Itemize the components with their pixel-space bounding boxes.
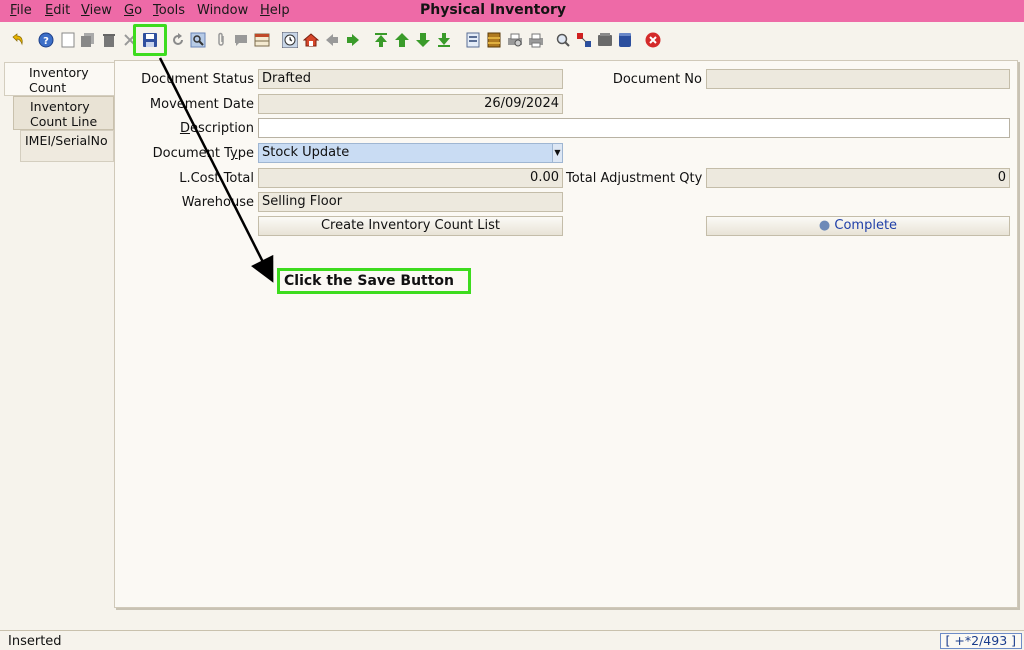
svg-text:?: ? xyxy=(43,36,49,47)
tab-label: Inventory Count xyxy=(29,65,89,95)
description-field[interactable] xyxy=(258,118,1010,138)
last-record-icon[interactable] xyxy=(436,32,452,48)
grid-toggle-icon[interactable] xyxy=(254,32,270,48)
tab-inventory-count[interactable]: Inventory Count xyxy=(4,62,114,96)
previous-record-icon[interactable] xyxy=(394,32,410,48)
end-icon[interactable] xyxy=(645,32,661,48)
lcost-total-field: 0.00 xyxy=(258,168,563,188)
print-icon[interactable] xyxy=(528,32,544,48)
help-icon[interactable]: ? xyxy=(38,32,54,48)
tab-inventory-count-line[interactable]: Inventory Count Line xyxy=(13,96,114,130)
total-adjustment-qty-label: Total Adjustment Qty xyxy=(566,171,703,186)
menu-window[interactable]: Window xyxy=(197,3,248,18)
complete-button[interactable]: ● Complete xyxy=(706,216,1010,236)
status-bar: Inserted [ +*2/493 ] xyxy=(0,630,1024,650)
chat-icon[interactable] xyxy=(233,32,249,48)
warehouse-label: Warehouse xyxy=(181,195,254,210)
document-status-label: Document Status xyxy=(141,72,254,87)
status-text: Inserted xyxy=(8,634,62,649)
archive-icon[interactable] xyxy=(486,32,502,48)
delete-icon[interactable] xyxy=(101,32,117,48)
annotation-callout: Click the Save Button xyxy=(277,268,471,294)
create-inventory-count-list-button[interactable]: Create Inventory Count List xyxy=(258,216,563,236)
next-record-icon[interactable] xyxy=(415,32,431,48)
record-navigation-info[interactable]: [ +*2/493 ] xyxy=(939,633,1022,649)
tab-imei-serialno[interactable]: IMEI/SerialNo xyxy=(20,130,114,162)
product-info-icon[interactable] xyxy=(597,32,613,48)
menu-go[interactable]: Go xyxy=(124,3,142,18)
tab-label: Inventory Count Line xyxy=(30,99,98,129)
find-icon[interactable] xyxy=(190,32,206,48)
warehouse-field: Selling Floor xyxy=(258,192,563,212)
active-workflows-icon[interactable] xyxy=(617,32,633,48)
window-title: Physical Inventory xyxy=(420,2,567,18)
document-type-label: Document Type xyxy=(152,146,254,161)
menu-edit[interactable]: Edit xyxy=(45,3,70,18)
report-icon[interactable] xyxy=(465,32,481,48)
gear-icon: ● xyxy=(818,218,831,233)
home-icon[interactable] xyxy=(303,32,319,48)
refresh-icon[interactable] xyxy=(170,32,186,48)
attachment-icon[interactable] xyxy=(213,32,229,48)
undo-icon[interactable] xyxy=(9,32,25,48)
document-no-label: Document No xyxy=(612,72,702,87)
tab-label: IMEI/SerialNo xyxy=(25,133,108,148)
first-record-icon[interactable] xyxy=(373,32,389,48)
movement-date-field[interactable]: 26/09/2024 xyxy=(258,94,563,114)
document-no-field[interactable] xyxy=(706,69,1010,89)
zoom-across-icon[interactable] xyxy=(555,32,571,48)
forward-icon[interactable] xyxy=(345,32,361,48)
request-icon[interactable] xyxy=(576,32,592,48)
new-record-icon[interactable] xyxy=(60,32,76,48)
chevron-down-icon[interactable]: ▼ xyxy=(552,144,562,162)
menu-help[interactable]: Help xyxy=(260,3,290,18)
document-type-value: Stock Update xyxy=(262,145,350,160)
menu-tools[interactable]: Tools xyxy=(153,3,185,18)
document-type-select[interactable]: Stock Update ▼ xyxy=(258,143,563,163)
copy-record-icon[interactable] xyxy=(80,32,96,48)
lcost-total-label: L.Cost Total xyxy=(179,171,254,186)
tab-gutter xyxy=(0,62,4,612)
history-icon[interactable] xyxy=(282,32,298,48)
menu-bar: File Edit View Go Tools Window Help Phys… xyxy=(0,0,1024,22)
menu-view[interactable]: View xyxy=(81,3,112,18)
back-icon[interactable] xyxy=(324,32,340,48)
document-status-field: Drafted xyxy=(258,69,563,89)
movement-date-label: Movement Date xyxy=(149,97,254,112)
menu-file[interactable]: File xyxy=(10,3,32,18)
total-adjustment-qty-field: 0 xyxy=(706,168,1010,188)
main-panel xyxy=(114,60,1018,608)
save-button-highlight xyxy=(133,24,167,56)
complete-label: Complete xyxy=(834,218,898,233)
description-label: Description xyxy=(179,121,254,136)
print-preview-icon[interactable] xyxy=(507,32,523,48)
